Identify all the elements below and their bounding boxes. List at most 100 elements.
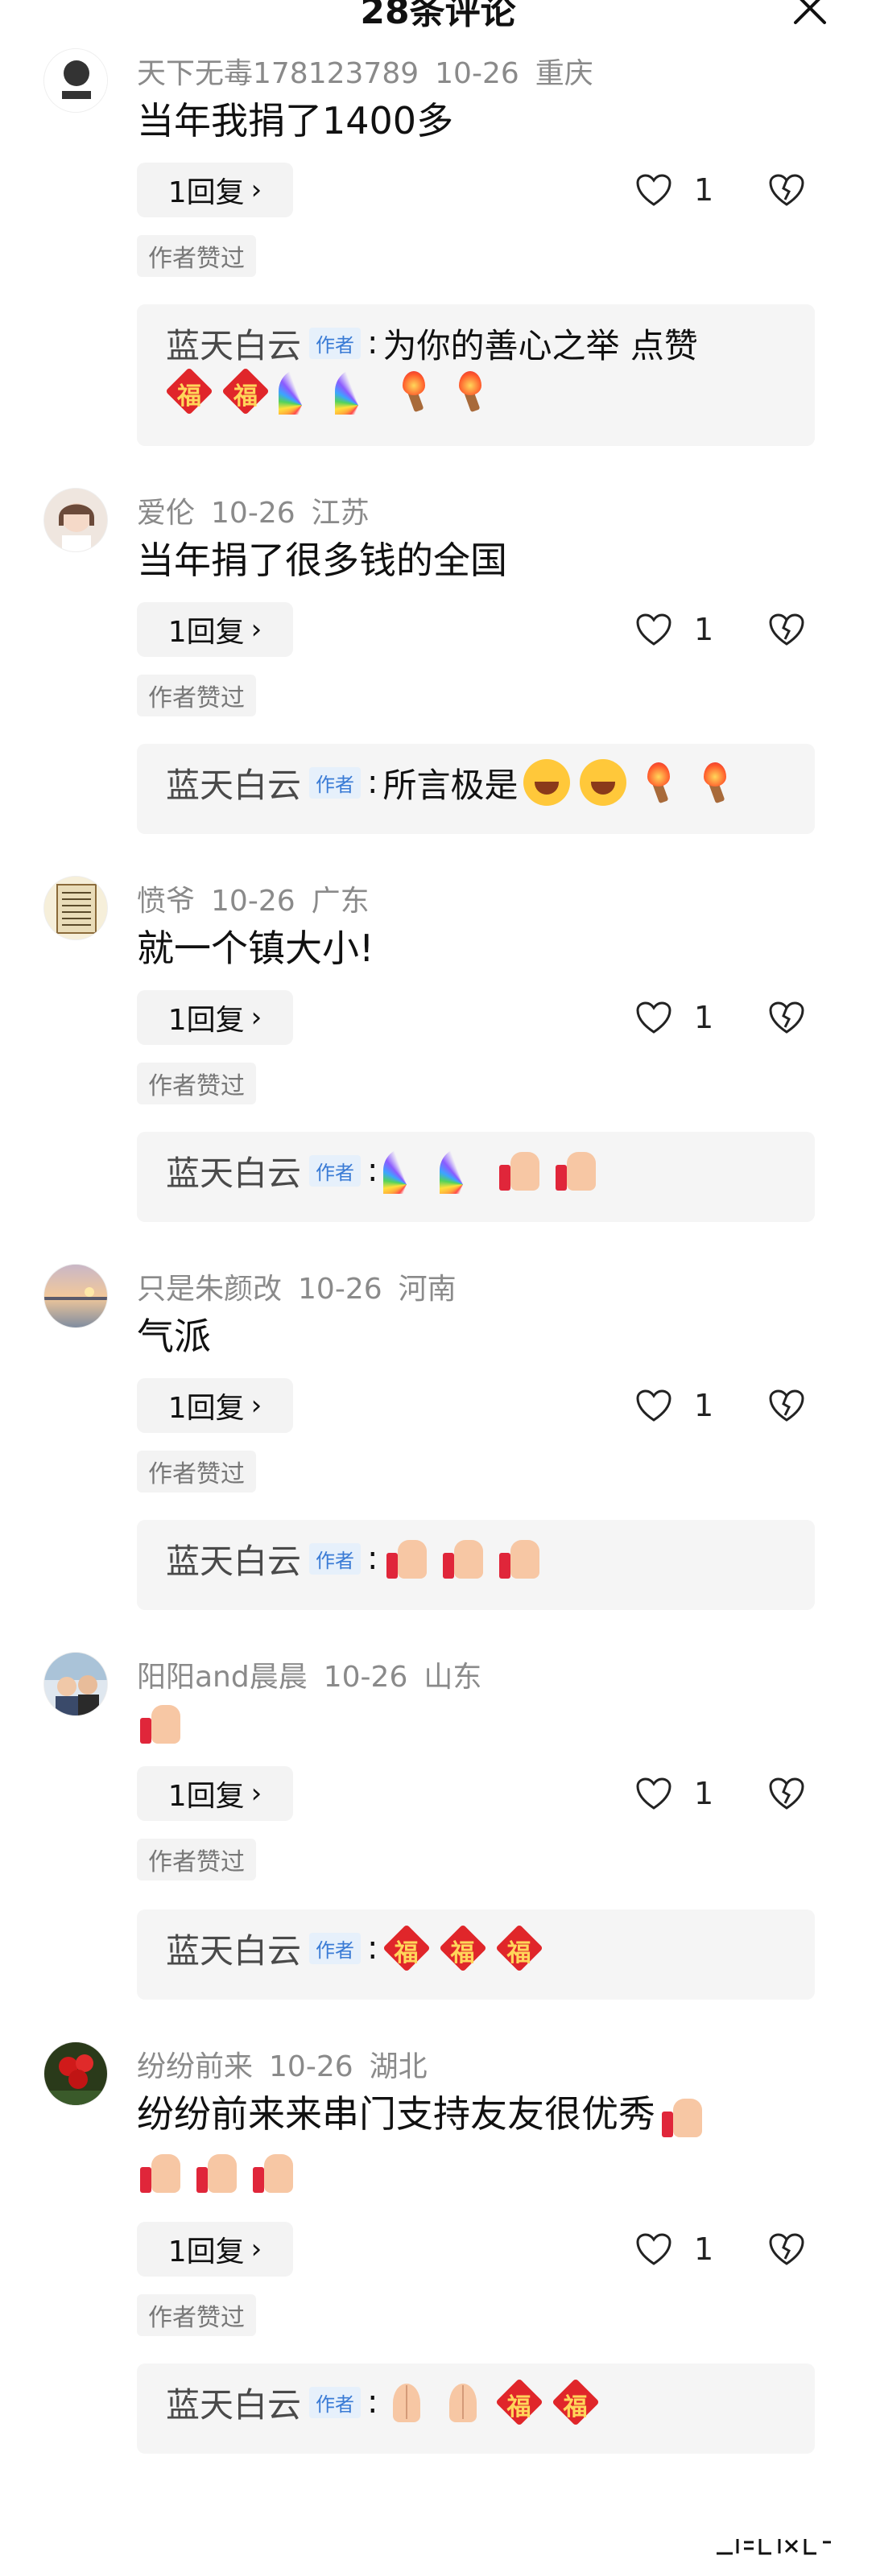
like-button[interactable]: 1	[636, 990, 749, 1045]
comment-date: 10-26	[298, 1273, 382, 1306]
avatar[interactable]	[43, 488, 108, 552]
author-liked-badge: 作者赞过	[137, 1063, 256, 1104]
author-tag: 作者	[309, 1154, 362, 1187]
heart-icon	[636, 174, 671, 206]
author-reply[interactable]: 蓝天白云 作者 :	[137, 1132, 815, 1222]
view-replies-button[interactable]: 1回复 ›	[137, 602, 293, 657]
comments-header: 28条评论	[0, 0, 876, 32]
author-reply[interactable]: 蓝天白云 作者 :	[137, 1520, 815, 1610]
comment-location: 湖北	[369, 2050, 428, 2083]
chevron-right-icon: ›	[250, 613, 262, 646]
heart-icon	[636, 1001, 671, 1034]
view-replies-button[interactable]: 1回复 ›	[137, 1378, 293, 1433]
dislike-button[interactable]	[769, 163, 812, 217]
author-liked-badge: 作者赞过	[137, 1451, 256, 1492]
thumbs-up-emoji-icon	[552, 1147, 599, 1194]
reply-author-name[interactable]: 蓝天白云	[166, 758, 301, 807]
comment-date: 10-26	[323, 1661, 408, 1694]
author-reply[interactable]: 蓝天白云 作者 :	[137, 1909, 815, 2000]
username[interactable]: 纷纷前来	[137, 2050, 253, 2083]
dislike-button[interactable]	[769, 990, 812, 1045]
comment-text-body: 纷纷前来来串门支持友友很优秀	[137, 2092, 655, 2136]
like-count: 1	[694, 1776, 714, 1811]
torch-emoji-icon	[391, 368, 438, 415]
author-liked-badge: 作者赞过	[137, 2294, 256, 2336]
view-replies-button[interactable]: 1回复 ›	[137, 1766, 293, 1821]
username[interactable]: 只是朱颜改	[137, 1273, 282, 1306]
view-replies-button[interactable]: 1回复 ›	[137, 990, 293, 1045]
reply-colon: :	[367, 1930, 378, 1967]
like-count: 1	[694, 612, 714, 647]
thumbs-up-emoji-icon	[137, 2149, 184, 2196]
comment-meta: 爱伦 10-26 江苏	[137, 489, 386, 531]
reply-colon: :	[367, 324, 378, 361]
avatar[interactable]	[43, 1652, 108, 1716]
view-replies-button[interactable]: 1回复 ›	[137, 163, 293, 217]
comment-text: 就一个镇大小!	[137, 927, 374, 970]
like-count: 1	[694, 1388, 714, 1423]
like-button[interactable]: 1	[636, 1766, 749, 1821]
heart-icon	[636, 2233, 671, 2265]
reply-author-name[interactable]: 蓝天白云	[166, 1924, 301, 1973]
author-reply[interactable]: 蓝天白云 作者 : 为你的善心之举 点赞	[137, 304, 815, 446]
close-icon	[794, 0, 826, 24]
author-liked-badge: 作者赞过	[137, 235, 256, 277]
author-tag: 作者	[309, 327, 362, 359]
like-button[interactable]: 1	[636, 163, 749, 217]
dislike-button[interactable]	[769, 2222, 812, 2277]
thumbs-up-emoji-icon	[496, 1535, 543, 1582]
broken-heart-icon	[769, 1001, 804, 1034]
fu-emoji-icon	[383, 1925, 430, 1971]
thumbs-up-emoji-icon	[440, 1535, 486, 1582]
avatar[interactable]	[43, 1264, 108, 1328]
dislike-button[interactable]	[769, 1766, 812, 1821]
like-button[interactable]: 1	[636, 1378, 749, 1433]
comment-text: 当年捐了很多钱的全国	[137, 539, 507, 582]
username[interactable]: 愤爷	[137, 885, 195, 918]
dislike-button[interactable]	[769, 602, 812, 657]
username[interactable]: 爱伦	[137, 497, 195, 530]
reply-emoji-line	[166, 367, 786, 415]
like-button[interactable]: 1	[636, 2222, 749, 2277]
author-tag: 作者	[309, 2386, 362, 2418]
author-reply[interactable]: 蓝天白云 作者 : 所言极是	[137, 744, 815, 834]
close-button[interactable]	[792, 0, 828, 26]
username[interactable]: 阳阳and晨晨	[137, 1661, 308, 1694]
comment-meta: 阳阳and晨晨 10-26 山东	[137, 1653, 498, 1695]
reply-colon: :	[367, 1152, 378, 1189]
avatar[interactable]	[43, 876, 108, 940]
fu-emoji-icon	[496, 1925, 543, 1971]
comment-meta: 只是朱颜改 10-26 河南	[137, 1265, 473, 1307]
reply-author-name[interactable]: 蓝天白云	[166, 1534, 301, 1583]
comment-location: 广东	[311, 885, 370, 918]
username[interactable]: 天下无毒178123789	[137, 57, 419, 90]
comment-text	[137, 1699, 193, 1747]
home-indicator	[709, 2534, 837, 2558]
reply-colon: :	[367, 764, 378, 801]
avatar[interactable]	[43, 2041, 108, 2106]
chevron-right-icon: ›	[250, 1389, 262, 1422]
author-reply[interactable]: 蓝天白云 作者 :	[137, 2363, 815, 2454]
reply-line: 蓝天白云 作者 : 所言极是	[166, 758, 786, 807]
like-button[interactable]: 1	[636, 602, 749, 657]
reply-colon: :	[367, 1540, 378, 1577]
reply-count: 1回复	[167, 1004, 245, 1037]
reply-line: 蓝天白云 作者 : 为你的善心之举 点赞	[166, 319, 786, 367]
comment-date: 10-26	[435, 57, 519, 90]
reply-line: 蓝天白云 作者 :	[166, 1146, 786, 1195]
broken-heart-icon	[769, 1389, 804, 1422]
thumbs-up-emoji-icon	[193, 2149, 240, 2196]
laugh-emoji-icon	[523, 759, 570, 806]
comment-location: 河南	[398, 1273, 457, 1306]
fu-emoji-icon	[496, 2379, 543, 2425]
reply-author-name[interactable]: 蓝天白云	[166, 319, 301, 368]
comment-meta: 天下无毒178123789 10-26 重庆	[137, 50, 609, 92]
comment-text: 当年我捐了1400多	[137, 99, 454, 142]
reply-count: 1回复	[167, 616, 245, 649]
reply-author-name[interactable]: 蓝天白云	[166, 1146, 301, 1195]
avatar[interactable]	[43, 48, 108, 113]
reply-author-name[interactable]: 蓝天白云	[166, 2378, 301, 2427]
fu-emoji-icon	[552, 2379, 599, 2425]
dislike-button[interactable]	[769, 1378, 812, 1433]
view-replies-button[interactable]: 1回复 ›	[137, 2222, 293, 2277]
